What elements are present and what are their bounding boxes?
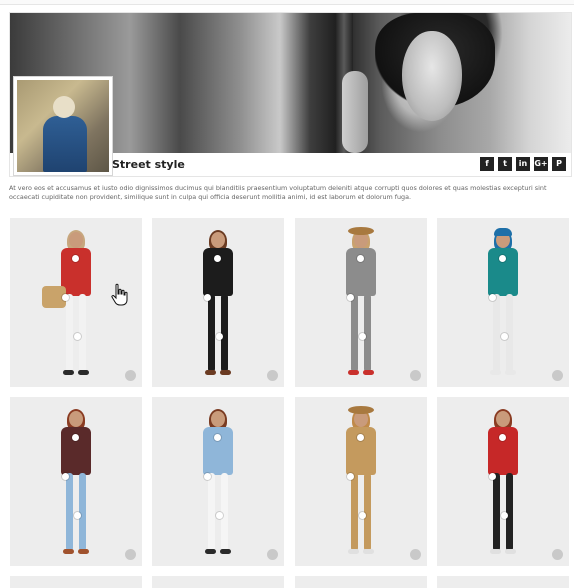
product-card-look-6[interactable]	[152, 397, 284, 566]
product-card-partial[interactable]	[295, 576, 427, 588]
google-plus-icon[interactable]: G+	[534, 157, 548, 171]
hotspot-marker[interactable]	[62, 294, 69, 302]
twitter-icon[interactable]: t	[498, 157, 512, 171]
add-to-cart-icon[interactable]	[552, 549, 563, 560]
hand-pointer-icon	[111, 283, 128, 306]
add-to-cart-icon[interactable]	[552, 370, 563, 381]
top-border	[0, 0, 574, 5]
hotspot-marker[interactable]	[347, 473, 354, 481]
product-card-look-3[interactable]	[295, 218, 427, 387]
add-to-cart-icon[interactable]	[125, 370, 136, 381]
hotspot-marker[interactable]	[359, 511, 366, 519]
hotspot-marker[interactable]	[74, 332, 81, 340]
add-to-cart-icon[interactable]	[410, 370, 421, 381]
hotspot-marker[interactable]	[216, 511, 223, 519]
profile-avatar[interactable]	[14, 77, 112, 175]
linkedin-icon[interactable]: in	[516, 157, 530, 171]
product-card-partial[interactable]	[152, 576, 284, 588]
hotspot-marker[interactable]	[489, 294, 496, 302]
product-card-look-2[interactable]	[152, 218, 284, 387]
facebook-icon[interactable]: f	[480, 157, 494, 171]
product-card-look-5[interactable]	[10, 397, 142, 566]
description-text: At vero eos et accusamus et iusto odio d…	[9, 184, 547, 201]
hotspot-marker[interactable]	[204, 294, 211, 302]
add-to-cart-icon[interactable]	[267, 370, 278, 381]
product-card-look-8[interactable]	[437, 397, 569, 566]
product-card-look-4[interactable]	[437, 218, 569, 387]
add-to-cart-icon[interactable]	[267, 549, 278, 560]
hotspot-marker[interactable]	[204, 473, 211, 481]
hotspot-marker[interactable]	[501, 511, 508, 519]
page-title: Street style	[112, 158, 185, 171]
hotspot-marker[interactable]	[62, 473, 69, 481]
social-links: f t in G+ P	[480, 157, 566, 171]
product-card-partial[interactable]	[437, 576, 569, 588]
hotspot-marker[interactable]	[347, 294, 354, 302]
product-card-partial[interactable]	[10, 576, 142, 588]
profile-header: Street style f t in G+ P	[9, 12, 572, 177]
hotspot-marker[interactable]	[216, 332, 223, 340]
hotspot-marker[interactable]	[489, 473, 496, 481]
hotspot-marker[interactable]	[501, 332, 508, 340]
hotspot-marker[interactable]	[359, 332, 366, 340]
product-card-look-7[interactable]	[295, 397, 427, 566]
add-to-cart-icon[interactable]	[125, 549, 136, 560]
pinterest-icon[interactable]: P	[552, 157, 566, 171]
hotspot-marker[interactable]	[74, 511, 81, 519]
add-to-cart-icon[interactable]	[410, 549, 421, 560]
